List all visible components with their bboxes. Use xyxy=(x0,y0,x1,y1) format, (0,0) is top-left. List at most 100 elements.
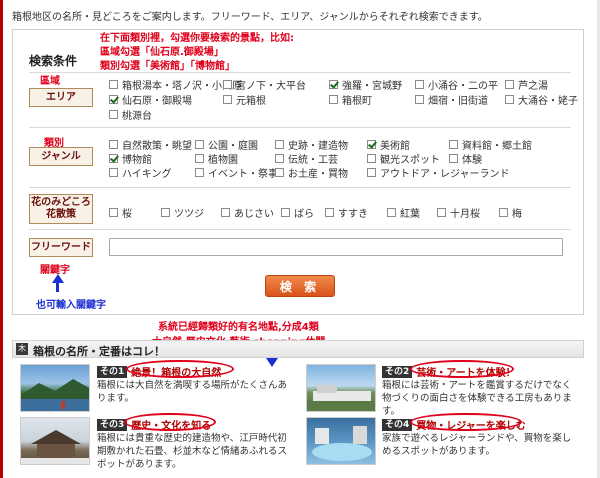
checkbox-label: 仙石原・御殿場 xyxy=(122,96,192,107)
checkbox-option[interactable]: 梅 xyxy=(499,205,522,220)
checkbox-label: 自然散策・眺望 xyxy=(122,141,192,152)
checkbox-unchecked-icon[interactable] xyxy=(275,168,284,177)
checkbox-unchecked-icon[interactable] xyxy=(437,208,446,217)
area-category-label: エリア xyxy=(29,88,93,107)
spot-photo-history[interactable] xyxy=(20,417,90,465)
checkbox-label: 宮ノ下・大平台 xyxy=(236,81,306,92)
checkbox-unchecked-icon[interactable] xyxy=(161,208,170,217)
checkbox-option[interactable]: 植物園 xyxy=(195,151,238,166)
checkbox-option[interactable]: 仙石原・御殿場 xyxy=(109,92,192,107)
famous-spots-title: 箱根の名所・定番はコレ！ xyxy=(33,345,165,358)
checkbox-option[interactable]: 箱根町 xyxy=(329,92,372,107)
checkbox-option[interactable]: 桜 xyxy=(109,205,132,220)
checkbox-option[interactable]: あじさい xyxy=(221,205,274,220)
checkbox-option[interactable]: 史跡・建造物 xyxy=(275,137,348,152)
annotation-area: 區域 xyxy=(40,76,60,87)
checkbox-option[interactable]: 観光スポット xyxy=(367,151,440,166)
checkbox-checked-icon[interactable] xyxy=(367,140,376,149)
checkbox-unchecked-icon[interactable] xyxy=(505,80,514,89)
checkbox-unchecked-icon[interactable] xyxy=(223,95,232,104)
checkbox-option[interactable]: 芦之湯 xyxy=(505,77,548,92)
checkbox-option[interactable]: 自然散策・眺望 xyxy=(109,137,192,152)
checkbox-unchecked-icon[interactable] xyxy=(221,208,230,217)
checkbox-label: 伝統・工芸 xyxy=(288,155,338,166)
checkbox-unchecked-icon[interactable] xyxy=(449,154,458,163)
checkbox-option[interactable]: お土産・買物 xyxy=(275,165,348,180)
flower-category-label: 花のみどころ 花散策 xyxy=(29,194,93,224)
checkbox-unchecked-icon[interactable] xyxy=(195,154,204,163)
checkbox-option[interactable]: 紅葉 xyxy=(387,205,420,220)
checkbox-option[interactable]: 十月桜 xyxy=(437,205,480,220)
checkbox-unchecked-icon[interactable] xyxy=(275,154,284,163)
checkbox-unchecked-icon[interactable] xyxy=(505,95,514,104)
checkbox-option[interactable]: 資料館・郷土館 xyxy=(449,137,532,152)
spot-description: 家族で遊べるレジャーランドや、買物を楽しめるスポットがあります。 xyxy=(382,433,572,457)
checkbox-option[interactable]: ツツジ xyxy=(161,205,204,220)
checkbox-label: ハイキング xyxy=(122,169,172,180)
checkbox-unchecked-icon[interactable] xyxy=(195,140,204,149)
checkbox-unchecked-icon[interactable] xyxy=(325,208,334,217)
checkbox-label: 芦之湯 xyxy=(518,81,548,92)
checkbox-unchecked-icon[interactable] xyxy=(367,168,376,177)
checkbox-checked-icon[interactable] xyxy=(329,80,338,89)
checkbox-option[interactable]: ハイキング xyxy=(109,165,172,180)
checkbox-option[interactable]: 宮ノ下・大平台 xyxy=(223,77,306,92)
checkbox-label: 十月桜 xyxy=(450,209,480,220)
checkbox-unchecked-icon[interactable] xyxy=(415,80,424,89)
checkbox-label: 桜 xyxy=(122,209,132,220)
annotation-genre: 類別 xyxy=(44,138,64,149)
checkbox-option[interactable]: 元箱根 xyxy=(223,92,266,107)
checkbox-unchecked-icon[interactable] xyxy=(281,208,290,217)
checkbox-option[interactable]: 博物館 xyxy=(109,151,152,166)
spot-photo-art[interactable] xyxy=(306,364,376,412)
checkbox-unchecked-icon[interactable] xyxy=(109,208,118,217)
checkbox-unchecked-icon[interactable] xyxy=(499,208,508,217)
highlight-oval xyxy=(410,360,514,378)
checkbox-option[interactable]: イベント・祭事 xyxy=(195,165,278,180)
checkbox-label: 大涌谷・姥子 xyxy=(518,96,578,107)
checkbox-label: 元箱根 xyxy=(236,96,266,107)
checkbox-unchecked-icon[interactable] xyxy=(367,154,376,163)
checkbox-option[interactable]: 桃源台 xyxy=(109,107,152,122)
down-arrow-icon xyxy=(266,358,278,367)
freeword-input[interactable] xyxy=(109,238,563,256)
checkbox-option[interactable]: 畑宿・旧街道 xyxy=(415,92,488,107)
checkbox-unchecked-icon[interactable] xyxy=(329,95,338,104)
annotation-top-line3: 類別勾選「美術館」「博物館」 xyxy=(100,61,235,72)
checkbox-checked-icon[interactable] xyxy=(109,95,118,104)
checkbox-unchecked-icon[interactable] xyxy=(275,140,284,149)
checkbox-option[interactable]: 小涌谷・二の平 xyxy=(415,77,498,92)
checkbox-option[interactable]: ばら xyxy=(281,205,314,220)
spot-photo-leisure[interactable] xyxy=(306,417,376,465)
checkbox-option[interactable]: 美術館 xyxy=(367,137,410,152)
checkbox-unchecked-icon[interactable] xyxy=(195,168,204,177)
spot-photo-nature[interactable] xyxy=(20,364,90,412)
checkbox-unchecked-icon[interactable] xyxy=(109,110,118,119)
left-frame-border xyxy=(0,0,3,478)
famous-spots-header: 木 箱根の名所・定番はコレ！ xyxy=(12,340,584,358)
lake-mountain-image xyxy=(21,379,89,411)
checkbox-option[interactable]: 公園・庭園 xyxy=(195,137,258,152)
checkbox-unchecked-icon[interactable] xyxy=(109,80,118,89)
spot-description: 箱根には貴重な歴史的建造物や、江戸時代初期敷かれた石畳、杉並木など情緒あふれるス… xyxy=(97,433,288,470)
checkbox-label: イベント・祭事 xyxy=(208,169,278,180)
checkbox-option[interactable]: 伝統・工芸 xyxy=(275,151,338,166)
checkbox-option[interactable]: 強羅・宮城野 xyxy=(329,77,402,92)
checkbox-option[interactable]: すすき xyxy=(325,205,368,220)
checkbox-option[interactable]: 大涌谷・姥子 xyxy=(505,92,578,107)
checkbox-label: あじさい xyxy=(234,209,274,220)
spot-number: その2 xyxy=(382,365,413,378)
checkbox-option[interactable]: 体験 xyxy=(449,151,482,166)
checkbox-unchecked-icon[interactable] xyxy=(415,95,424,104)
checkbox-unchecked-icon[interactable] xyxy=(387,208,396,217)
genre-category-label: ジャンル xyxy=(29,147,93,166)
checkbox-option[interactable]: アウトドア・レジャーランド xyxy=(367,165,510,180)
checkbox-unchecked-icon[interactable] xyxy=(109,168,118,177)
checkbox-unchecked-icon[interactable] xyxy=(109,140,118,149)
checkbox-label: 紅葉 xyxy=(400,209,420,220)
freeword-category-label: フリーワード xyxy=(29,238,93,257)
search-button[interactable]: 検 索 xyxy=(265,275,335,297)
checkbox-unchecked-icon[interactable] xyxy=(223,80,232,89)
checkbox-checked-icon[interactable] xyxy=(109,154,118,163)
checkbox-unchecked-icon[interactable] xyxy=(449,140,458,149)
